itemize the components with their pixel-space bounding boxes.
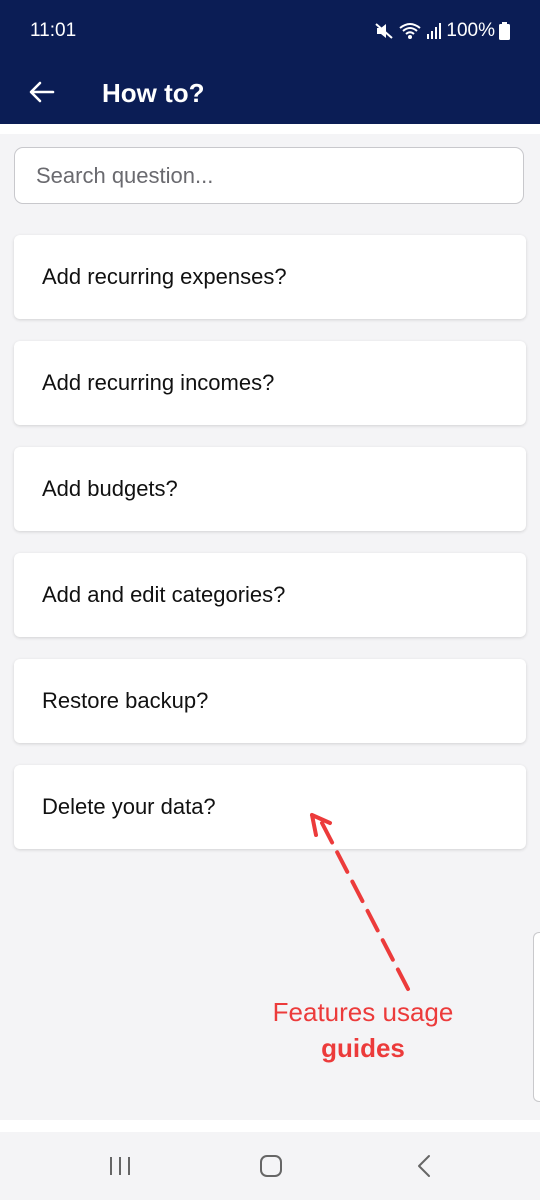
annotation-line2: guides bbox=[321, 1033, 405, 1063]
signal-icon bbox=[427, 23, 442, 39]
page-title: How to? bbox=[102, 78, 205, 108]
home-button[interactable] bbox=[241, 1146, 301, 1186]
status-icons: 100% bbox=[374, 20, 510, 42]
scroll-handle[interactable] bbox=[533, 932, 540, 1102]
bottom-divider bbox=[0, 1120, 540, 1132]
question-item-categories[interactable]: Add and edit categories? bbox=[14, 553, 526, 637]
mute-icon bbox=[375, 23, 394, 39]
question-item-restore-backup[interactable]: Restore backup? bbox=[14, 659, 526, 743]
status-time: 11:01 bbox=[30, 20, 77, 41]
question-label: Restore backup? bbox=[42, 688, 209, 713]
search-box[interactable] bbox=[14, 147, 524, 204]
back-button[interactable] bbox=[22, 70, 62, 114]
system-nav-bar bbox=[0, 1132, 540, 1200]
question-label: Add recurring expenses? bbox=[42, 264, 287, 289]
question-item-recurring-incomes[interactable]: Add recurring incomes? bbox=[14, 341, 526, 425]
app-bar: How to? bbox=[0, 62, 540, 124]
annotation-line1: Features usage bbox=[272, 997, 454, 1027]
question-item-recurring-expenses[interactable]: Add recurring expenses? bbox=[14, 235, 526, 319]
recents-icon bbox=[110, 1157, 130, 1175]
back-icon bbox=[418, 1155, 430, 1177]
battery-percent: 100% bbox=[446, 20, 495, 41]
question-label: Add recurring incomes? bbox=[42, 370, 275, 395]
recents-button[interactable] bbox=[90, 1146, 150, 1186]
question-label: Add budgets? bbox=[42, 476, 178, 501]
search-input[interactable] bbox=[15, 148, 523, 203]
annotation-text: Features usage guides bbox=[248, 994, 478, 1066]
header-divider bbox=[0, 124, 540, 134]
question-label: Delete your data? bbox=[42, 794, 216, 819]
home-icon bbox=[260, 1155, 282, 1177]
back-arrow-icon bbox=[29, 81, 55, 103]
question-item-budgets[interactable]: Add budgets? bbox=[14, 447, 526, 531]
annotation-arrow-icon bbox=[310, 813, 410, 991]
wifi-icon bbox=[399, 23, 422, 39]
status-bar: 11:01 100% bbox=[0, 0, 540, 62]
question-label: Add and edit categories? bbox=[42, 582, 286, 607]
battery-icon bbox=[499, 22, 510, 40]
question-item-delete-data[interactable]: Delete your data? bbox=[14, 765, 526, 849]
question-list: Add recurring expenses? Add recurring in… bbox=[14, 235, 526, 871]
system-back-button[interactable] bbox=[394, 1146, 454, 1186]
